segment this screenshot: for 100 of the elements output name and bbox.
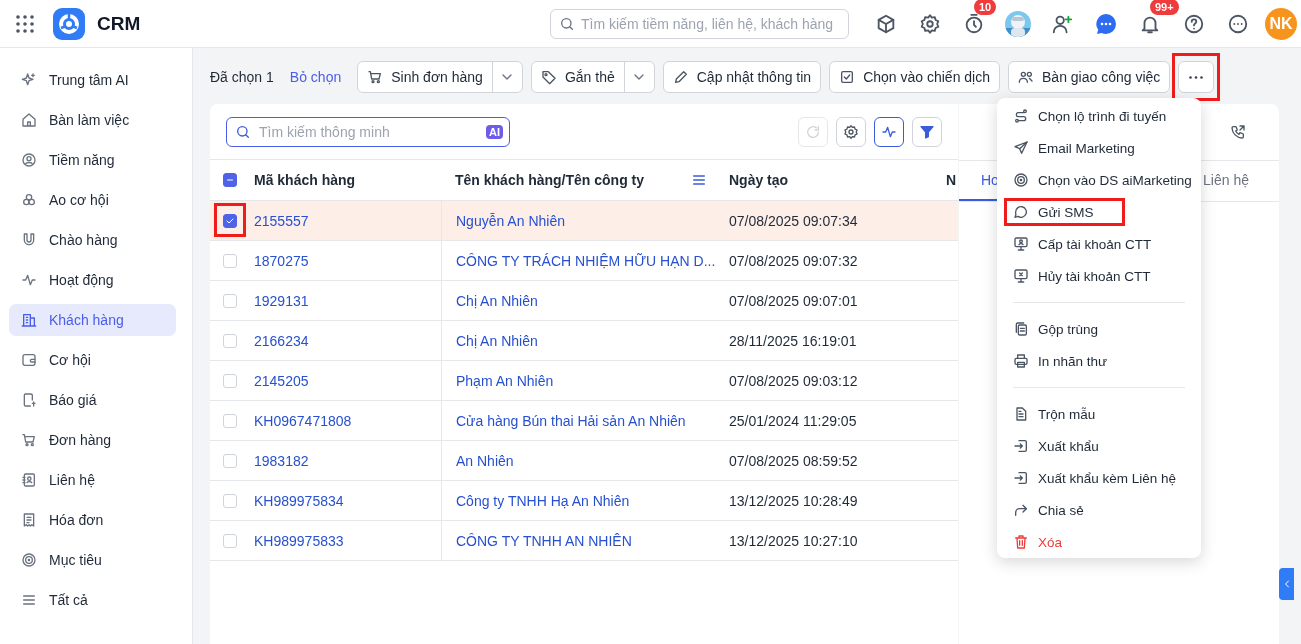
users-icon — [1018, 69, 1035, 85]
chat-button[interactable] — [1094, 11, 1118, 36]
menu-item[interactable]: Chọn lộ trình đi tuyến — [1004, 102, 1176, 130]
customer-name-link[interactable]: Phạm An Nhiên — [456, 372, 554, 389]
customer-code-link[interactable]: 1929131 — [254, 292, 309, 309]
row-checkbox[interactable] — [223, 213, 237, 228]
sidebar-item[interactable]: Bàn làm việc — [9, 104, 176, 136]
table-cell: 07/08/2025 09:07:01 — [729, 292, 858, 309]
sidebar-item[interactable]: Tất cả — [9, 584, 176, 616]
customer-name-link[interactable]: Cửa hàng Bún thai Hải sản An Nhiên — [456, 412, 686, 429]
menu-item[interactable]: Trộn mẫu — [1004, 400, 1105, 428]
menu-item[interactable]: Gộp trùng — [1004, 315, 1108, 343]
customer-name-link[interactable]: An Nhiên — [456, 452, 514, 469]
customer-name-link[interactable]: CÔNG TY TNHH AN NHIÊN — [456, 532, 632, 549]
sidebar-item[interactable]: Khách hàng — [9, 304, 176, 336]
menu-item[interactable]: In nhãn thư — [1004, 347, 1117, 375]
phone-icon[interactable] — [1230, 124, 1246, 140]
collapse-tab[interactable] — [1279, 568, 1294, 600]
table-cell: 07/08/2025 09:03:12 — [729, 372, 858, 389]
action-button[interactable]: Chọn vào chiến dịch — [829, 61, 1001, 93]
customer-name-link[interactable]: Chị An Nhiên — [456, 292, 538, 309]
document-dollar-icon — [21, 392, 37, 408]
sidebar-item[interactable]: Chào hàng — [9, 224, 176, 256]
table-cell: 28/11/2025 16:19:01 — [729, 332, 857, 349]
tag-icon — [540, 69, 557, 85]
export-icon — [1013, 438, 1029, 454]
help-button[interactable] — [1183, 12, 1205, 35]
customer-code-link[interactable]: 1870275 — [254, 252, 309, 269]
customer-name-link[interactable]: CÔNG TY TRÁCH NHIỆM HỮU HẠN D... — [456, 252, 716, 269]
table-cell: 13/12/2025 10:28:49 — [729, 492, 858, 509]
timer-button[interactable] — [963, 12, 985, 35]
product-search-button[interactable] — [875, 12, 897, 35]
person-circle-icon — [21, 152, 37, 168]
pencil-icon — [672, 69, 689, 85]
column-header: Mã khách hàng — [254, 172, 356, 188]
paper-plane-icon — [1013, 140, 1029, 156]
cart-icon — [21, 432, 37, 448]
notification-badge: 99+ — [1150, 0, 1179, 15]
activity-button[interactable] — [874, 116, 904, 147]
settings-button[interactable] — [919, 12, 941, 35]
customer-code-link[interactable]: KH989975833 — [254, 532, 344, 549]
share-icon — [1013, 502, 1029, 518]
trash-icon — [1013, 534, 1029, 550]
smart-search-field[interactable]: Tìm kiếm thông minh AI — [226, 116, 510, 147]
document-icon — [1013, 406, 1029, 422]
customer-name-link[interactable]: Công ty TNHH Hạ An Nhiên — [456, 492, 630, 509]
selection-count: Đã chọn 1 — [210, 69, 274, 85]
app-grid-icon[interactable] — [16, 14, 34, 33]
action-button[interactable]: Bàn giao công việc — [1008, 61, 1171, 93]
customer-code-link[interactable]: 2166234 — [254, 332, 309, 349]
smart-search-input[interactable]: Tìm kiếm thông minh — [259, 123, 478, 140]
search-field[interactable]: Tìm kiếm tiềm năng, liên hệ, khách hàng — [550, 8, 849, 39]
menu-item[interactable]: Xuất khẩu kèm Liên hệ — [1004, 464, 1186, 492]
action-button[interactable]: Cập nhật thông tin — [662, 61, 822, 93]
menu-item[interactable]: Email Marketing — [1004, 134, 1144, 162]
filter-button[interactable] — [912, 116, 942, 147]
menu-item[interactable]: Hủy tài khoản CTT — [1004, 262, 1160, 290]
more-button[interactable] — [1227, 12, 1249, 35]
search-icon — [235, 123, 251, 140]
sidebar-item[interactable]: Báo giá — [9, 384, 176, 416]
sidebar-item[interactable]: Hoạt động — [9, 264, 176, 296]
search-input[interactable]: Tìm kiếm tiềm năng, liên hệ, khách hàng — [581, 15, 840, 32]
menu-item[interactable]: Cấp tài khoản CTT — [1004, 230, 1161, 258]
sidebar-item[interactable]: Hóa đơn — [9, 504, 176, 536]
menu-item[interactable]: Xóa — [1004, 528, 1072, 556]
chat-bubble-icon — [1013, 204, 1029, 220]
sidebar-item[interactable]: Cơ hội — [9, 344, 176, 376]
sidebar-item[interactable]: Trung tâm AI — [9, 64, 176, 96]
customer-code-link[interactable]: 2155557 — [254, 212, 309, 229]
menu-item[interactable]: Xuất khẩu — [1004, 432, 1108, 460]
receipt-icon — [21, 512, 37, 528]
ai-badge: AI — [486, 124, 503, 139]
column-filter-icon[interactable] — [691, 172, 707, 188]
sidebar-item[interactable]: Đơn hàng — [9, 424, 176, 456]
select-all-checkbox[interactable] — [223, 173, 237, 187]
menu-item[interactable]: Gửi SMS — [1004, 198, 1125, 226]
monitor-person-icon — [1013, 236, 1029, 252]
customer-name-link[interactable]: Chị An Nhiên — [456, 332, 538, 349]
customer-code-link[interactable]: KH989975834 — [254, 492, 344, 509]
target-icon — [21, 552, 37, 568]
notification-badge: 10 — [974, 0, 997, 15]
customer-code-link[interactable]: 2145205 — [254, 372, 309, 389]
copy-icon — [1013, 321, 1029, 337]
settings-icon — [843, 123, 859, 140]
table-cell: 13/12/2025 10:27:10 — [729, 532, 858, 549]
contact-book-icon — [21, 472, 37, 488]
clear-selection-link[interactable]: Bỏ chọn — [289, 69, 342, 85]
table-cell: 07/08/2025 09:07:34 — [729, 212, 858, 229]
sidebar-item[interactable]: Ao cơ hội — [9, 184, 176, 216]
sidebar-item[interactable]: Mục tiêu — [9, 544, 176, 576]
printer-icon — [1013, 353, 1029, 369]
customer-name-link[interactable]: Nguyễn An Nhiên — [456, 212, 565, 229]
menu-item[interactable]: Chia sẻ — [1004, 496, 1093, 524]
action-button[interactable]: Gắn thẻ — [531, 62, 625, 92]
customer-code-link[interactable]: KH0967471808 — [254, 412, 352, 429]
sidebar-item[interactable]: Tiềm năng — [9, 144, 176, 176]
sidebar-item[interactable]: Liên hệ — [9, 464, 176, 496]
action-button[interactable]: Sinh đơn hàng — [358, 62, 493, 92]
customer-code-link[interactable]: 1983182 — [254, 452, 309, 469]
search-icon — [559, 15, 575, 32]
